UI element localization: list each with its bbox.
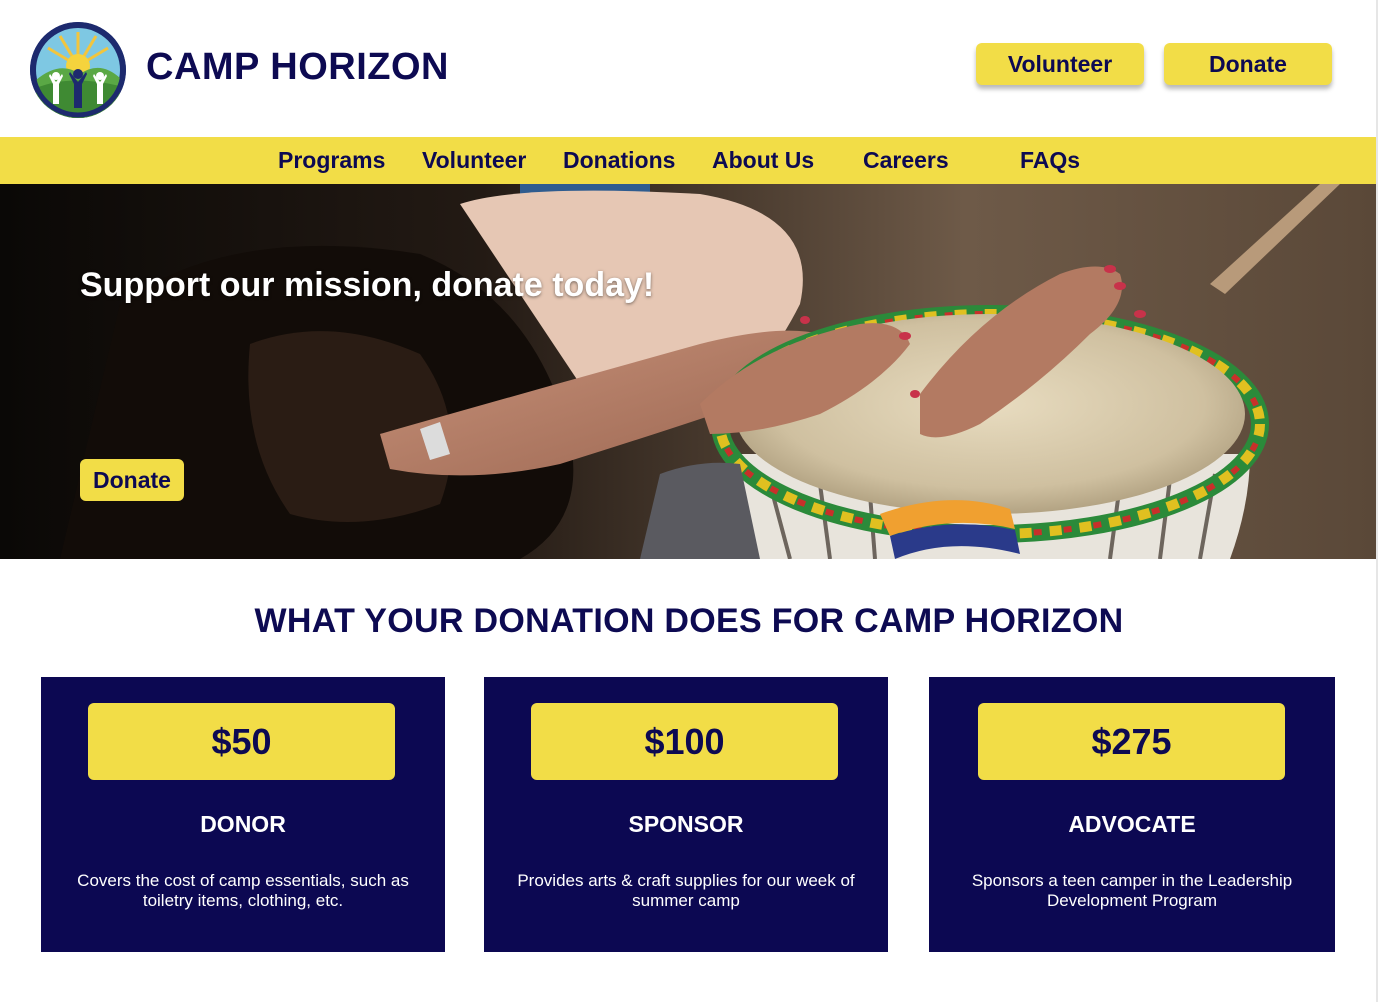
nav-item-programs[interactable]: Programs	[278, 147, 385, 174]
hero-title: Support our mission, donate today!	[80, 266, 655, 304]
tier-description: Sponsors a teen camper in the Leadership…	[971, 871, 1293, 910]
nav-item-careers[interactable]: Careers	[863, 147, 949, 174]
donation-amount-button[interactable]: $275	[978, 703, 1285, 780]
nav-item-donations[interactable]: Donations	[563, 147, 675, 174]
nav-item-about-us[interactable]: About Us	[712, 147, 814, 174]
tier-name: DONOR	[200, 811, 286, 837]
camp-logo-icon[interactable]	[30, 22, 126, 118]
donation-amount-button[interactable]: $100	[531, 703, 838, 780]
header-volunteer-button[interactable]: Volunteer	[976, 43, 1144, 85]
tier-description: Covers the cost of camp essentials, such…	[77, 871, 409, 910]
header-donate-button[interactable]: Donate	[1164, 43, 1332, 85]
hero-image	[0, 184, 1378, 559]
donation-card-donor[interactable]: $50 DONOR Covers the cost of camp essent…	[41, 677, 445, 952]
hero-banner: Support our mission, donate today! Donat…	[0, 184, 1378, 559]
donation-card-advocate[interactable]: $275 ADVOCATE Sponsors a teen camper in …	[929, 677, 1335, 952]
tier-name: SPONSOR	[628, 811, 744, 837]
main-nav: Programs Volunteer Donations About Us Ca…	[0, 137, 1378, 184]
tier-description: Provides arts & craft supplies for our w…	[517, 871, 855, 910]
brand-name[interactable]: CAMP HORIZON	[146, 46, 449, 89]
tier-name: ADVOCATE	[1068, 811, 1196, 837]
donation-amount-button[interactable]: $50	[88, 703, 395, 780]
site-header: CAMP HORIZON Volunteer Donate	[0, 0, 1378, 137]
nav-item-volunteer[interactable]: Volunteer	[422, 147, 526, 174]
donation-section-title: WHAT YOUR DONATION DOES FOR CAMP HORIZON	[254, 602, 1124, 640]
nav-item-faqs[interactable]: FAQs	[1020, 147, 1080, 174]
hero-donate-button[interactable]: Donate	[80, 459, 184, 501]
donation-card-sponsor[interactable]: $100 SPONSOR Provides arts & craft suppl…	[484, 677, 888, 952]
